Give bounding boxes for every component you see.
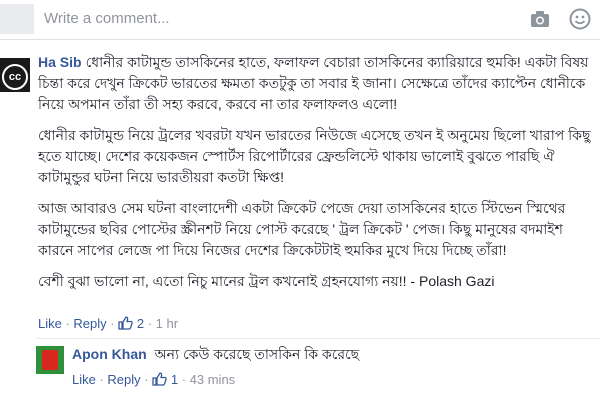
reply-time[interactable]: 43 mins (190, 372, 236, 387)
like-count[interactable]: 2 (137, 316, 144, 331)
comment-time[interactable]: 1 hr (156, 316, 178, 331)
comment-actions: Like · Reply · 2 · 1 hr (38, 316, 179, 331)
like-link[interactable]: Like (72, 372, 96, 387)
thumbs-up-icon[interactable] (118, 316, 134, 330)
reply-actions: Like · Reply · 1 · 43 mins (72, 372, 236, 387)
thumbs-up-icon[interactable] (152, 372, 168, 386)
avatar[interactable] (36, 346, 64, 374)
comment-author[interactable]: Ha Sib (38, 54, 82, 70)
like-link[interactable]: Like (38, 316, 62, 331)
emoji-icon[interactable] (569, 8, 591, 30)
comment-input[interactable]: Write a comment... (44, 10, 170, 27)
comment-paragraph: বেশী বুঝা ভালো না, এতো নিচু মানের ট্রল ক… (38, 273, 495, 289)
comment-composer: Write a comment... (0, 0, 600, 40)
reply-link[interactable]: Reply (73, 316, 106, 331)
camera-icon[interactable] (530, 10, 550, 28)
comment-text: ধোনীর কাটামুন্ড তাসকিনের হাতে, ফলাফল বেচ… (38, 54, 589, 112)
reply-author[interactable]: Apon Khan (72, 346, 147, 362)
composer-avatar (0, 4, 34, 34)
comment-paragraph: আজ আবারও সেম ঘটনা বাংলাদেশী একটা ক্রিকেট… (38, 200, 566, 258)
comment-paragraph: ধোনীর কাটামুন্ড নিয়ে ট্রলের খবরটা যখন ভ… (38, 127, 591, 185)
comment-body: Ha Sib ধোনীর কাটামুন্ড তাসকিনের হাতে, ফলা… (38, 52, 593, 302)
avatar-text: cc (2, 64, 28, 90)
reply-body: Apon Khan অন্য কেউ করেছে তাসকিন কি করেছে (72, 344, 592, 364)
reply-link[interactable]: Reply (107, 372, 140, 387)
reply-text: অন্য কেউ করেছে তাসকিন কি করেছে (154, 346, 360, 362)
avatar[interactable]: cc (0, 58, 30, 92)
comment-paragraph: Ha Sib ধোনীর কাটামুন্ড তাসকিনের হাতে, ফলা… (38, 52, 593, 115)
reply-divider (36, 338, 600, 339)
like-count[interactable]: 1 (171, 372, 178, 387)
